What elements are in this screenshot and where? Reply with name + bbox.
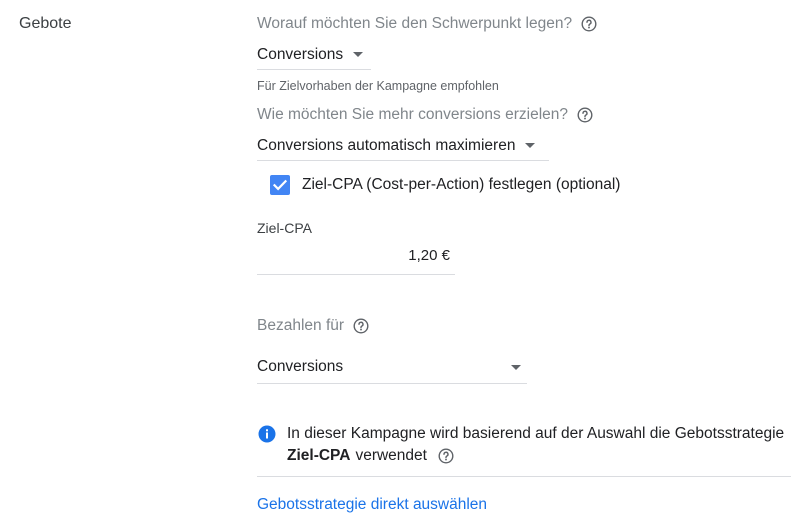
target-cpa-checkbox[interactable] — [270, 175, 290, 195]
focus-question-label: Worauf möchten Sie den Schwerpunkt legen… — [257, 15, 573, 32]
help-icon[interactable] — [577, 107, 593, 123]
divider — [257, 476, 791, 477]
checkmark-icon — [272, 179, 288, 191]
pay-for-question: Bezahlen für — [257, 317, 369, 335]
info-icon — [258, 425, 276, 443]
caret-down-icon — [511, 364, 521, 370]
strategy-question: Wie möchten Sie mehr conversions erziele… — [257, 106, 593, 124]
strategy-dropdown[interactable]: Conversions automatisch maximieren — [257, 131, 549, 161]
target-cpa-checkbox-label[interactable]: Ziel-CPA (Cost-per-Action) festlegen (op… — [302, 176, 620, 194]
info-strategy-name: Ziel-CPA — [287, 447, 351, 464]
caret-down-icon — [525, 143, 536, 148]
focus-hint: Für Zielvorhaben der Kampagne empfohlen — [257, 79, 499, 93]
focus-dropdown-value: Conversions — [257, 45, 344, 63]
help-icon[interactable] — [438, 448, 454, 464]
bidding-section: Gebote Worauf möchten Sie den Schwerpunk… — [0, 0, 809, 525]
info-text-suffix: verwendet — [355, 447, 427, 464]
section-title: Gebote — [19, 15, 72, 32]
pay-for-dropdown-value: Conversions — [257, 358, 344, 375]
help-icon[interactable] — [353, 318, 369, 334]
strategy-question-label: Wie möchten Sie mehr conversions erziele… — [257, 106, 568, 123]
focus-question: Worauf möchten Sie den Schwerpunkt legen… — [257, 15, 597, 33]
help-icon[interactable] — [581, 16, 597, 32]
focus-dropdown[interactable]: Conversions — [257, 40, 371, 70]
target-cpa-input[interactable]: 1,20 € — [257, 247, 455, 275]
pay-for-dropdown[interactable]: Conversions — [257, 351, 527, 384]
info-text-line1: In dieser Kampagne wird basierend auf de… — [287, 425, 785, 442]
info-text-line2: Ziel-CPA verwendet — [287, 444, 454, 468]
caret-down-icon — [353, 52, 364, 57]
strategy-dropdown-value: Conversions automatisch maximieren — [257, 136, 516, 154]
pay-for-question-label: Bezahlen für — [257, 317, 345, 334]
target-cpa-field-label: Ziel-CPA — [257, 220, 312, 236]
select-strategy-link[interactable]: Gebotsstrategie direkt auswählen — [257, 496, 487, 514]
